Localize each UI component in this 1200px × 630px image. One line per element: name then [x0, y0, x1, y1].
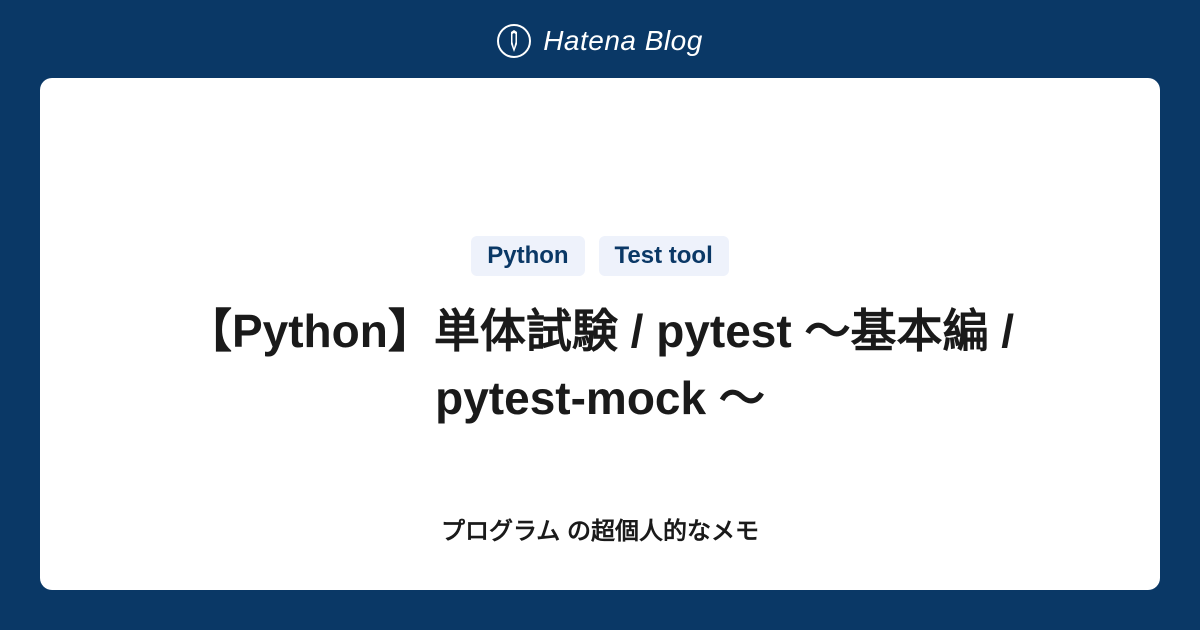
- tag-test-tool[interactable]: Test tool: [599, 236, 729, 276]
- article-card: Python Test tool 【Python】単体試験 / pytest ～…: [40, 78, 1160, 590]
- site-header: Hatena Blog: [0, 0, 1200, 78]
- blog-name: プログラム の超個人的なメモ: [441, 511, 759, 546]
- article-title: 【Python】単体試験 / pytest ～基本編 / pytest-mock…: [150, 298, 1050, 431]
- tag-list: Python Test tool: [471, 236, 729, 276]
- brand-name: Hatena Blog: [543, 25, 703, 57]
- tag-python[interactable]: Python: [471, 236, 584, 276]
- hatena-logo-icon: [497, 24, 531, 58]
